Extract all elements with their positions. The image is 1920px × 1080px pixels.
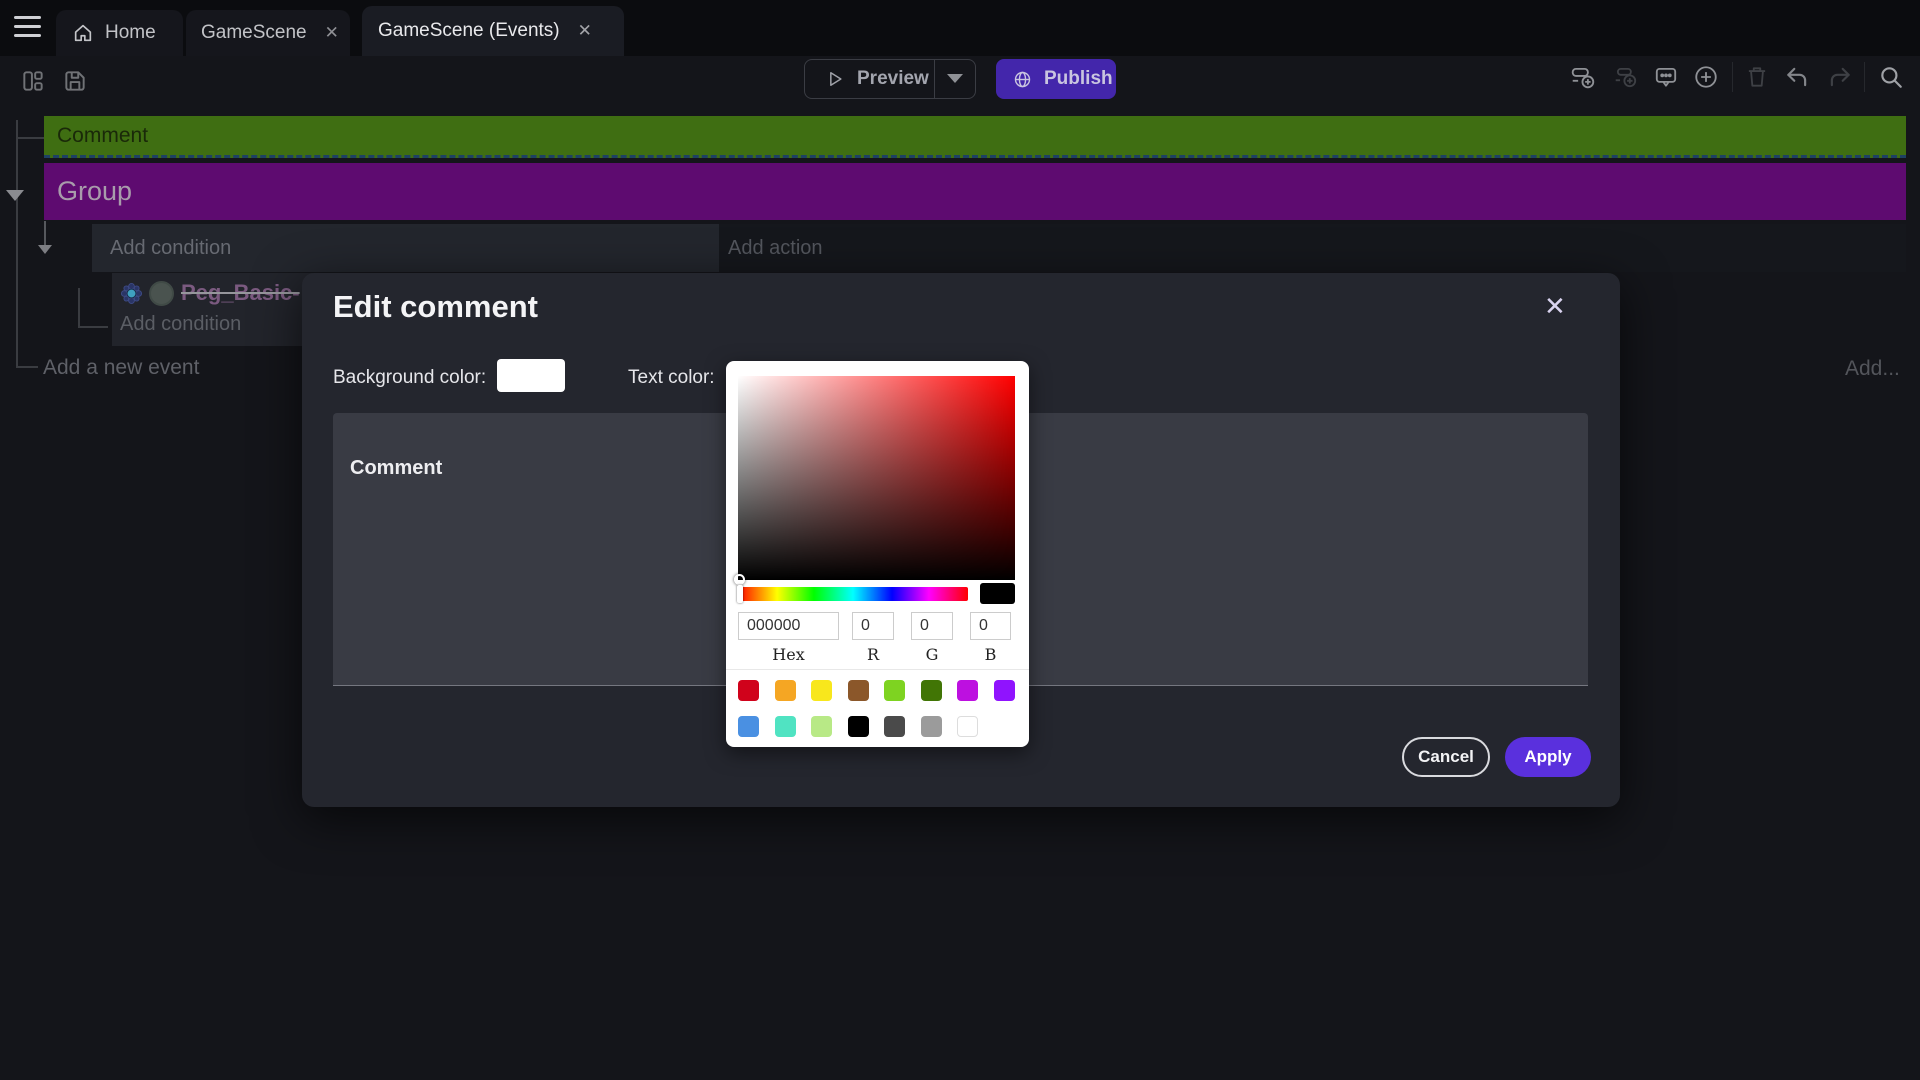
green-input[interactable]	[911, 612, 953, 640]
undo-icon[interactable]	[1784, 64, 1810, 90]
gdevelop-app-window: Home GameScene ✕ GameScene (Events) ✕ Pr…	[0, 0, 1920, 1080]
tree-line-vertical	[16, 120, 18, 368]
add-action-link[interactable]: Add action	[728, 237, 823, 260]
preview-button[interactable]: Preview	[804, 59, 976, 99]
color-picker-popup: Hex R G B	[726, 361, 1029, 747]
condition-object-name: Peg_Basic-	[181, 280, 300, 306]
button-divider	[934, 60, 935, 98]
tree-line-sub	[78, 288, 80, 328]
blue-input[interactable]	[970, 612, 1011, 640]
comment-bar-label: Comment	[57, 124, 148, 148]
add-circle-icon[interactable]	[1693, 64, 1719, 90]
preset-color-f5a623[interactable]	[775, 680, 796, 701]
play-icon	[825, 69, 845, 89]
red-input[interactable]	[852, 612, 894, 640]
tab-label: Home	[105, 22, 156, 44]
preset-color-7ed321[interactable]	[884, 680, 905, 701]
search-icon[interactable]	[1878, 64, 1904, 90]
hue-slider-handle[interactable]	[737, 585, 743, 603]
dropdown-caret-icon[interactable]	[947, 74, 963, 83]
current-color-swatch	[980, 583, 1015, 604]
layout-icon[interactable]	[20, 68, 46, 94]
trash-icon[interactable]	[1744, 64, 1770, 90]
hex-label: Hex	[738, 645, 839, 664]
toolbar-divider	[1864, 62, 1865, 92]
hex-input[interactable]	[738, 612, 839, 640]
object-thumbnail	[149, 281, 174, 306]
hue-slider[interactable]	[738, 587, 968, 601]
subevent-arrow-icon	[38, 245, 52, 254]
background-color-swatch[interactable]	[497, 359, 565, 392]
behavior-icon	[120, 282, 143, 305]
home-icon	[72, 22, 94, 44]
blue-label: B	[970, 645, 1011, 664]
preset-color-bd10e0[interactable]	[957, 680, 978, 701]
condition-row[interactable]: Peg_Basic-	[112, 275, 300, 311]
redo-icon[interactable]	[1827, 64, 1853, 90]
toolbar-divider	[1732, 62, 1733, 92]
tree-line-comment	[16, 137, 44, 139]
picker-divider	[726, 669, 1029, 670]
preset-color-d0021b[interactable]	[738, 680, 759, 701]
add-more-link[interactable]: Add...	[1845, 357, 1900, 381]
red-label: R	[852, 645, 894, 664]
close-icon[interactable]: ✕	[1544, 291, 1566, 322]
preset-color-b8e986[interactable]	[811, 716, 832, 737]
close-tab-icon[interactable]: ✕	[325, 23, 339, 43]
apply-button[interactable]: Apply	[1505, 737, 1591, 777]
group-bar-label: Group	[57, 176, 132, 207]
preset-color-8b572a[interactable]	[848, 680, 869, 701]
publish-label: Publish	[1044, 68, 1113, 90]
add-subevent-icon[interactable]	[1613, 64, 1639, 90]
tab-bar: Home GameScene ✕ GameScene (Events) ✕	[0, 0, 1920, 56]
add-condition-link[interactable]: Add condition	[120, 313, 241, 336]
green-label: G	[911, 645, 953, 664]
add-condition-link[interactable]: Add condition	[110, 237, 231, 260]
add-new-event-link[interactable]: Add a new event	[43, 356, 199, 380]
preset-swatch-row	[738, 680, 1023, 701]
preset-color-9013fe[interactable]	[994, 680, 1015, 701]
preset-color-50e3c2[interactable]	[775, 716, 796, 737]
event-actions-cell[interactable]: Add action	[719, 224, 1906, 272]
saturation-gradient[interactable]	[738, 376, 1015, 580]
event-group[interactable]: Group	[44, 163, 1906, 220]
tree-line-bottom	[16, 366, 38, 368]
preset-swatch-row	[738, 716, 1023, 737]
saturation-handle[interactable]	[734, 574, 745, 585]
comment-text-value: Comment	[350, 457, 442, 480]
preset-color-4a4a4a[interactable]	[884, 716, 905, 737]
event-comment[interactable]: Comment	[44, 116, 1906, 158]
tab-label: GameScene	[201, 22, 307, 44]
background-color-label: Background color:	[333, 367, 486, 389]
preset-color-9b9b9b[interactable]	[921, 716, 942, 737]
menu-icon[interactable]	[14, 16, 41, 40]
preview-label: Preview	[857, 68, 929, 90]
tab-home[interactable]: Home	[56, 10, 183, 56]
dialog-title: Edit comment	[333, 289, 538, 325]
text-color-label: Text color:	[628, 367, 715, 389]
tab-label: GameScene (Events)	[378, 20, 560, 42]
save-icon[interactable]	[62, 68, 88, 94]
add-comment-icon[interactable]	[1653, 64, 1679, 90]
close-tab-icon[interactable]: ✕	[578, 21, 592, 41]
tab-gamescene[interactable]: GameScene ✕	[186, 10, 350, 56]
collapse-caret-icon[interactable]	[6, 190, 24, 201]
apply-label: Apply	[1524, 747, 1571, 767]
event-conditions-cell[interactable]: Add condition	[92, 224, 719, 272]
preset-color-f8e71c[interactable]	[811, 680, 832, 701]
add-event-icon[interactable]	[1570, 64, 1596, 90]
cancel-label: Cancel	[1418, 747, 1474, 767]
preset-color-000000[interactable]	[848, 716, 869, 737]
globe-icon	[1012, 69, 1033, 90]
subevent-connector-line	[44, 221, 46, 247]
tab-gamescene-events[interactable]: GameScene (Events) ✕	[362, 6, 624, 56]
cancel-button[interactable]: Cancel	[1402, 737, 1490, 777]
preset-color-417505[interactable]	[921, 680, 942, 701]
tree-line-sub-h	[78, 326, 108, 328]
preset-color-ffffff[interactable]	[957, 716, 978, 737]
publish-button[interactable]: Publish	[996, 59, 1116, 99]
preset-color-4a90e2[interactable]	[738, 716, 759, 737]
